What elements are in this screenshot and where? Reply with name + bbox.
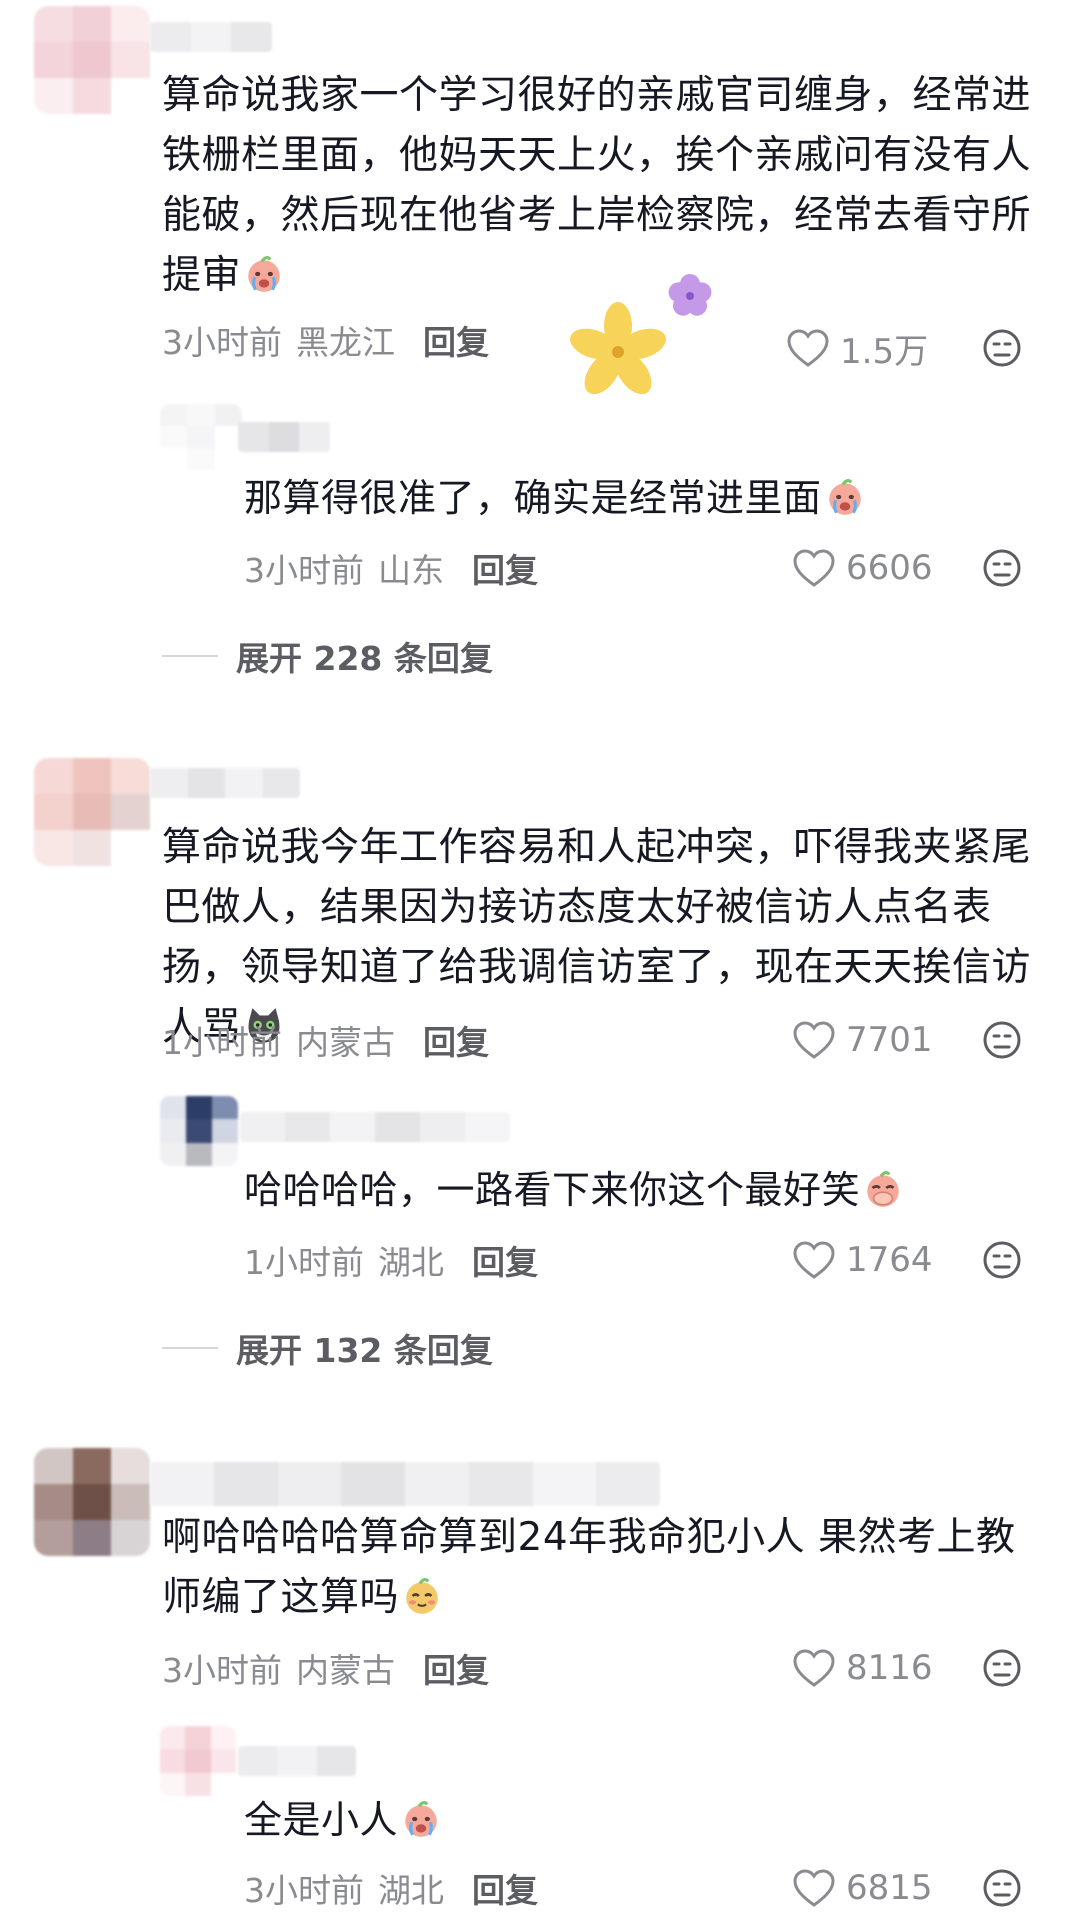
reply-time: 1小时前 bbox=[244, 1243, 364, 1282]
comment-text: 啊哈哈哈哈算命算到24年我命犯小人 果然考上教师编了这算吗 bbox=[162, 1515, 1016, 1620]
reply-time: 3小时前 bbox=[244, 1871, 364, 1910]
crying-face-emoji bbox=[828, 479, 861, 515]
dislike-icon[interactable] bbox=[982, 1648, 1022, 1688]
expand-replies-label: 展开 228 条回复 bbox=[236, 639, 493, 678]
reply-avatar[interactable] bbox=[160, 1096, 238, 1166]
comment-meta: 3小时前 黑龙江 回复 bbox=[162, 318, 489, 362]
yellow-flower-sticker bbox=[570, 302, 666, 395]
reply-text: 哈哈哈哈，一路看下来你这个最好笑 bbox=[244, 1162, 1024, 1218]
expand-replies-label: 展开 132 条回复 bbox=[236, 1331, 493, 1370]
avatar[interactable] bbox=[34, 758, 150, 866]
like-count: 7701 bbox=[846, 1020, 933, 1060]
comment-time: 3小时前 bbox=[162, 1651, 282, 1690]
username[interactable] bbox=[150, 22, 272, 52]
reply-username[interactable] bbox=[240, 1112, 510, 1142]
dislike-icon[interactable] bbox=[982, 1020, 1022, 1060]
dislike-icon[interactable] bbox=[982, 1868, 1022, 1908]
reply-button[interactable]: 回复 bbox=[423, 1644, 489, 1692]
like-button[interactable]: 1.5万 bbox=[786, 326, 929, 372]
purple-flower-sticker bbox=[668, 274, 712, 316]
covering-mouth-emoji bbox=[867, 1171, 899, 1207]
divider bbox=[162, 655, 218, 657]
reply-meta: 3小时前 湖北 回复 bbox=[244, 1866, 538, 1910]
reply-avatar[interactable] bbox=[160, 404, 242, 470]
dislike-icon[interactable] bbox=[982, 548, 1022, 588]
divider bbox=[162, 1347, 218, 1349]
heart-icon bbox=[787, 329, 829, 367]
reply-button[interactable]: 回复 bbox=[423, 1016, 489, 1064]
reply-meta: 3小时前 山东 回复 bbox=[244, 546, 538, 590]
expand-replies-button[interactable]: 展开 228 条回复 bbox=[162, 634, 493, 678]
reply-time: 3小时前 bbox=[244, 551, 364, 590]
username[interactable] bbox=[150, 1462, 660, 1506]
like-count: 8116 bbox=[846, 1648, 933, 1688]
reply-button[interactable]: 回复 bbox=[472, 1236, 538, 1284]
reply-location: 山东 bbox=[378, 551, 444, 590]
comment-text: 算命说我家一个学习很好的亲戚官司缠身，经常进铁栅栏里面，他妈天天上火，挨个亲戚问… bbox=[162, 73, 1032, 298]
comment-location: 内蒙古 bbox=[296, 1651, 395, 1690]
comment-location: 内蒙古 bbox=[296, 1023, 395, 1062]
heart-icon bbox=[793, 1869, 835, 1907]
username[interactable] bbox=[150, 768, 300, 798]
heart-icon bbox=[793, 1021, 835, 1059]
like-button[interactable]: 6815 bbox=[792, 1866, 933, 1910]
like-count: 1.5万 bbox=[840, 331, 929, 372]
expand-replies-button[interactable]: 展开 132 条回复 bbox=[162, 1326, 493, 1370]
reply-location: 湖北 bbox=[378, 1871, 444, 1910]
reply-username[interactable] bbox=[238, 422, 330, 452]
like-button[interactable]: 1764 bbox=[792, 1238, 933, 1282]
comment-time: 3小时前 bbox=[162, 323, 282, 362]
reply-text: 全是小人 bbox=[244, 1792, 1024, 1848]
reply-button[interactable]: 回复 bbox=[423, 316, 489, 364]
reply-username[interactable] bbox=[238, 1746, 356, 1776]
dislike-icon[interactable] bbox=[982, 1240, 1022, 1280]
shy-face-emoji bbox=[406, 1578, 438, 1614]
crying-face-emoji bbox=[405, 1801, 437, 1837]
like-button[interactable]: 7701 bbox=[792, 1018, 933, 1062]
like-button[interactable]: 6606 bbox=[792, 546, 933, 590]
comment-meta: 3小时前 内蒙古 回复 bbox=[162, 1646, 489, 1690]
reply-location: 湖北 bbox=[378, 1243, 444, 1282]
like-count: 6815 bbox=[846, 1868, 933, 1908]
reply-meta: 1小时前 湖北 回复 bbox=[244, 1238, 538, 1282]
like-count: 1764 bbox=[846, 1240, 933, 1280]
reply-button[interactable]: 回复 bbox=[472, 1864, 538, 1912]
heart-icon bbox=[793, 1649, 835, 1687]
avatar[interactable] bbox=[34, 1448, 150, 1556]
like-button[interactable]: 8116 bbox=[792, 1646, 933, 1690]
reply-button[interactable]: 回复 bbox=[472, 544, 538, 592]
heart-icon bbox=[793, 1241, 835, 1279]
comment-location: 黑龙江 bbox=[296, 323, 395, 362]
heart-icon bbox=[793, 549, 835, 587]
dislike-icon[interactable] bbox=[982, 328, 1022, 368]
reply-avatar[interactable] bbox=[160, 1726, 236, 1796]
crying-face-emoji bbox=[248, 256, 280, 292]
reply-text: 那算得很准了，确实是经常进里面 bbox=[244, 470, 1024, 526]
like-count: 6606 bbox=[846, 548, 933, 588]
comment-time: 1小时前 bbox=[162, 1023, 282, 1062]
avatar[interactable] bbox=[34, 6, 150, 114]
comment-meta: 1小时前 内蒙古 回复 bbox=[162, 1018, 489, 1062]
